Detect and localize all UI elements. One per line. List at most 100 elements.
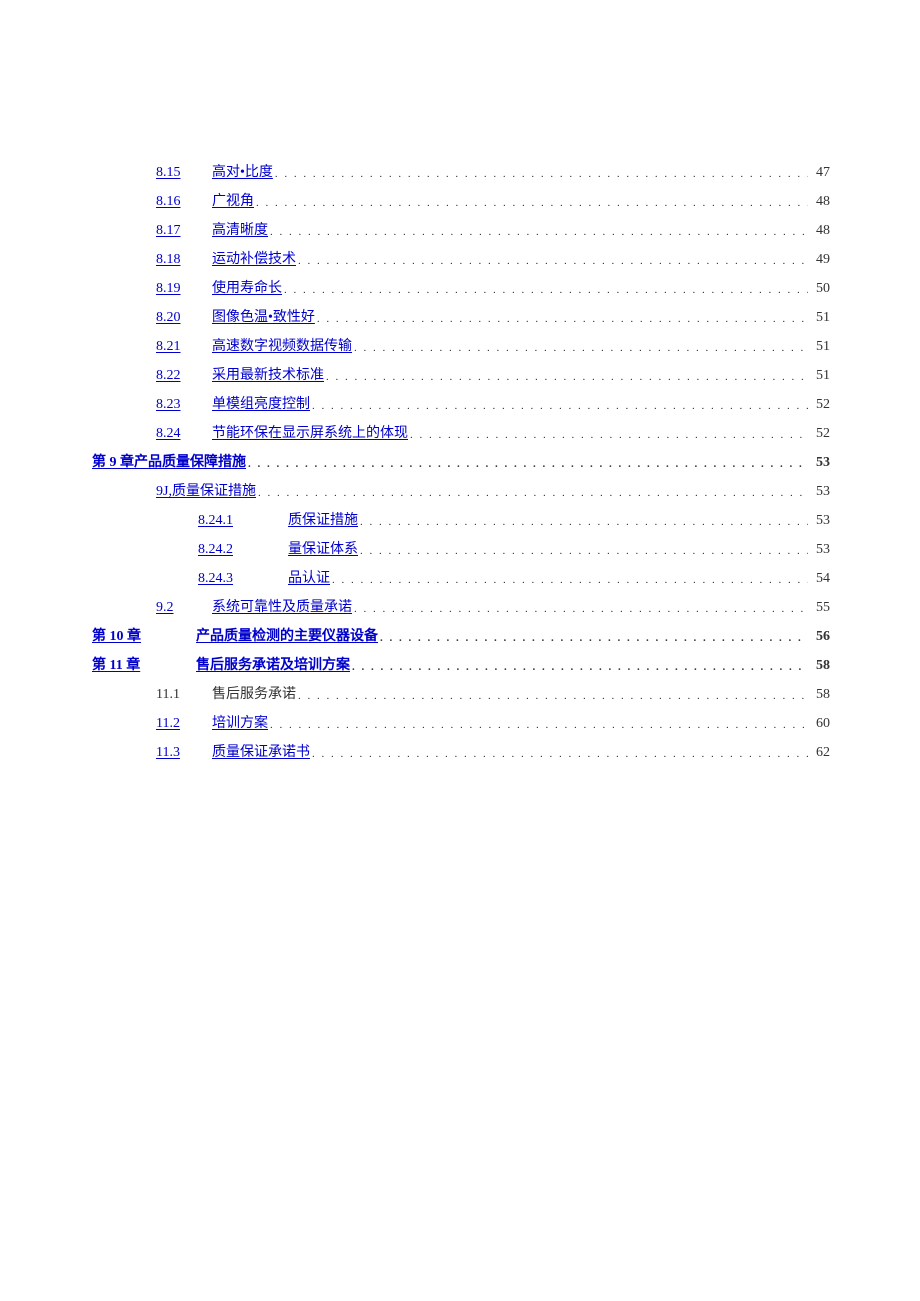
toc-leader-dots	[326, 362, 808, 392]
toc-page-number: 53	[810, 506, 830, 535]
toc-entry-title[interactable]: 9J,质量保证措施	[156, 477, 256, 506]
toc-entry-title[interactable]: 图像色温•致性好	[212, 303, 315, 332]
toc-page-number: 51	[810, 303, 830, 332]
toc-entry-number[interactable]: 8.19	[156, 274, 212, 303]
toc-entry-title[interactable]: 高速数字视频数据传输	[212, 332, 352, 361]
toc-leader-dots	[410, 420, 808, 450]
toc-row: 11.2培训方案 60	[92, 709, 830, 738]
toc-leader-dots	[256, 188, 808, 218]
toc-page-number: 52	[810, 390, 830, 419]
toc-entry-title[interactable]: 量保证体系	[288, 535, 358, 564]
toc-page-number: 55	[810, 593, 830, 622]
toc-entry-number[interactable]: 8.20	[156, 303, 212, 332]
toc-entry-title[interactable]: 运动补偿技术	[212, 245, 296, 274]
toc-leader-dots	[360, 536, 808, 566]
toc-entry-number[interactable]: 8.22	[156, 361, 212, 390]
toc-row: 8.24节能环保在显示屏系统上的体现 52	[92, 419, 830, 448]
toc-entry-number[interactable]: 11.3	[156, 738, 212, 767]
toc-leader-dots	[360, 507, 808, 537]
toc-entry-title[interactable]: 高清晰度	[212, 216, 268, 245]
toc-entry-title[interactable]: 品认证	[288, 564, 330, 593]
toc-leader-dots	[258, 478, 808, 508]
toc-page-number: 53	[810, 535, 830, 564]
toc-page-number: 53	[810, 477, 830, 506]
toc-leader-dots	[270, 710, 808, 740]
toc-entry-title[interactable]: 培训方案	[212, 709, 268, 738]
toc-entry-number[interactable]: 8.15	[156, 158, 212, 187]
toc-entry-number[interactable]: 8.17	[156, 216, 212, 245]
toc-page-number: 60	[810, 709, 830, 738]
toc-entry-number[interactable]: 11.2	[156, 709, 212, 738]
toc-row: 9.2系统可靠性及质量承诺 55	[92, 593, 830, 622]
toc-row: 11.1售后服务承诺 58	[92, 680, 830, 709]
toc-page-number: 49	[810, 245, 830, 274]
toc-page-number: 52	[810, 419, 830, 448]
toc-entry-number[interactable]: 8.18	[156, 245, 212, 274]
toc-page-number: 47	[810, 158, 830, 187]
toc-row: 11.3质量保证承诺书 62	[92, 738, 830, 767]
toc-entry-title[interactable]: 质保证措施	[288, 506, 358, 535]
toc-page-number: 50	[810, 274, 830, 303]
toc-page-number: 56	[810, 622, 830, 651]
toc-row: 8.17高清晰度 48	[92, 216, 830, 245]
toc-row: 8.24.1质保证措施 53	[92, 506, 830, 535]
toc-page-number: 54	[810, 564, 830, 593]
toc-row: 8.18运动补偿技术 49	[92, 245, 830, 274]
toc-entry-number[interactable]: 8.16	[156, 187, 212, 216]
toc-leader-dots	[298, 246, 808, 276]
toc-entry-number[interactable]: 8.24	[156, 419, 212, 448]
toc-row: 8.20图像色温•致性好 51	[92, 303, 830, 332]
toc-entry-number[interactable]: 8.21	[156, 332, 212, 361]
toc-entry-title[interactable]: 产品质量检测的主要仪器设备	[196, 622, 378, 651]
toc-entry-title[interactable]: 单模组亮度控制	[212, 390, 310, 419]
toc-page-number: 62	[810, 738, 830, 767]
toc-entry-title[interactable]: 第 9 章产品质量保障措施	[92, 448, 246, 477]
toc-leader-dots	[332, 565, 808, 595]
toc-leader-dots	[270, 217, 808, 247]
toc-leader-dots	[380, 623, 808, 653]
toc-leader-dots	[248, 449, 808, 479]
toc-row: 8.16广视角 48	[92, 187, 830, 216]
toc-row: 8.15高对•比度 47	[92, 158, 830, 187]
toc-row: 8.19使用寿命长 50	[92, 274, 830, 303]
toc-entry-title[interactable]: 售后服务承诺及培训方案	[196, 651, 350, 680]
toc-page-number: 58	[810, 651, 830, 680]
toc-row: 8.24.2量保证体系 53	[92, 535, 830, 564]
toc-row: 第 11 章售后服务承诺及培训方案 58	[92, 651, 830, 680]
table-of-contents: 8.15高对•比度478.16广视角488.17高清晰度488.18运动补偿技术…	[92, 158, 830, 767]
toc-page-number: 48	[810, 187, 830, 216]
toc-entry-number[interactable]: 8.24.3	[198, 564, 288, 593]
toc-row: 8.23单模组亮度控制 52	[92, 390, 830, 419]
toc-page-number: 58	[810, 680, 830, 709]
toc-entry-title[interactable]: 节能环保在显示屏系统上的体现	[212, 419, 408, 448]
toc-entry-number[interactable]: 9.2	[156, 593, 212, 622]
toc-page-number: 48	[810, 216, 830, 245]
toc-entry-number[interactable]: 8.24.1	[198, 506, 288, 535]
toc-row: 8.24.3品认证 54	[92, 564, 830, 593]
toc-entry-title[interactable]: 使用寿命长	[212, 274, 282, 303]
toc-leader-dots	[275, 159, 808, 189]
toc-entry-title[interactable]: 高对•比度	[212, 158, 273, 187]
toc-leader-dots	[352, 652, 808, 682]
toc-entry-number: 11.1	[156, 680, 212, 709]
toc-leader-dots	[317, 304, 808, 334]
toc-entry-number[interactable]: 第 11 章	[92, 651, 196, 680]
toc-page-number: 53	[810, 448, 830, 477]
toc-entry-title[interactable]: 质量保证承诺书	[212, 738, 310, 767]
toc-entry-number[interactable]: 第 10 章	[92, 622, 196, 651]
toc-row: 8.22采用最新技术标准51	[92, 361, 830, 390]
toc-entry-number[interactable]: 8.23	[156, 390, 212, 419]
toc-row: 第 10 章产品质量检测的主要仪器设备 56	[92, 622, 830, 651]
toc-entry-title[interactable]: 广视角	[212, 187, 254, 216]
toc-entry-number[interactable]: 8.24.2	[198, 535, 288, 564]
toc-entry-title: 售后服务承诺	[212, 680, 296, 709]
toc-leader-dots	[354, 594, 808, 624]
toc-page-number: 51	[810, 332, 830, 361]
toc-row: 第 9 章产品质量保障措施 53	[92, 448, 830, 477]
toc-leader-dots	[298, 681, 808, 711]
toc-leader-dots	[312, 739, 808, 769]
toc-entry-title[interactable]: 采用最新技术标准	[212, 361, 324, 390]
toc-leader-dots	[284, 275, 808, 305]
toc-leader-dots	[354, 333, 808, 363]
toc-entry-title[interactable]: 系统可靠性及质量承诺	[212, 593, 352, 622]
